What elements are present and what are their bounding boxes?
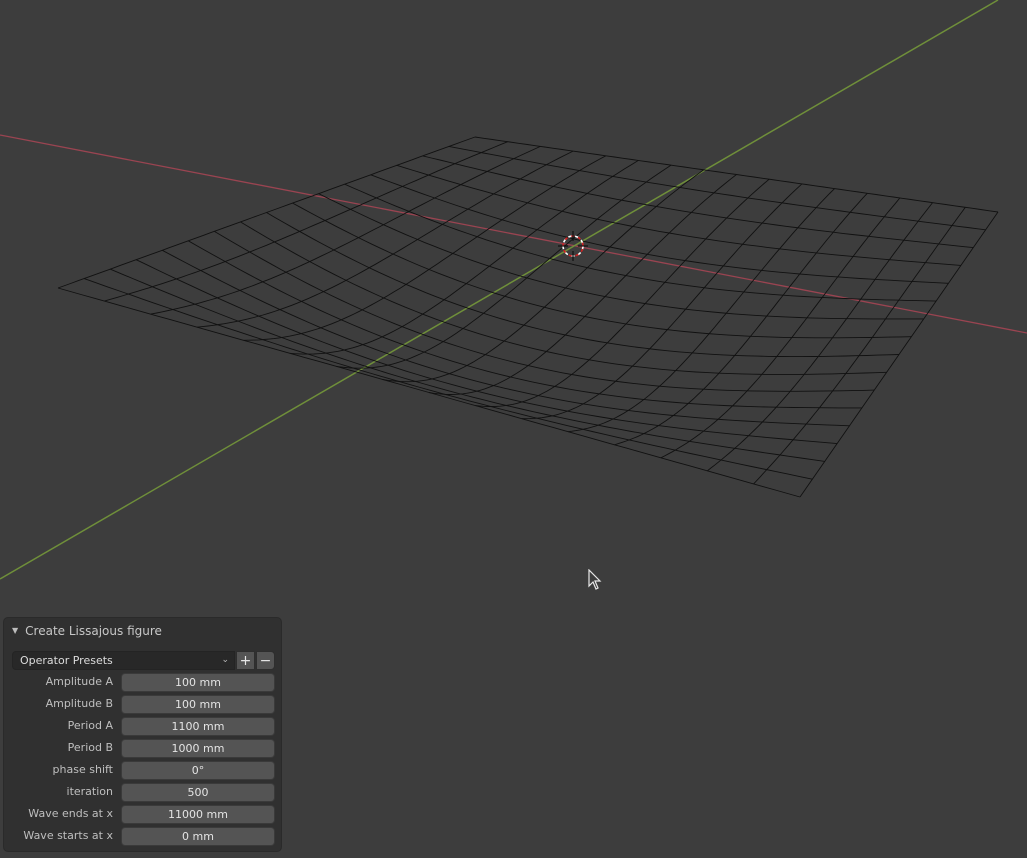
property-label: Amplitude B xyxy=(45,697,113,710)
lissajous-mesh-wireframe[interactable] xyxy=(57,136,999,498)
mesh-edge-v xyxy=(214,231,875,392)
panel-header[interactable]: ▼ Create Lissajous figure xyxy=(12,623,162,639)
mesh-edge-v xyxy=(57,287,801,498)
property-label: Period B xyxy=(67,741,113,754)
property-row: Amplitude B 100 mm xyxy=(4,695,283,714)
operator-redo-panel: ▼ Create Lissajous figure Operator Prese… xyxy=(3,617,282,852)
property-value-field[interactable]: 500 xyxy=(121,783,275,802)
property-value-field[interactable]: 0 mm xyxy=(121,827,275,846)
mesh-edge-u xyxy=(197,150,574,328)
property-row: Wave ends at x 11000 mm xyxy=(4,805,283,824)
property-row: Amplitude A 100 mm xyxy=(4,673,283,692)
property-label: Period A xyxy=(67,719,113,732)
mesh-edge-u xyxy=(336,164,672,369)
property-value-field[interactable]: 0° xyxy=(121,761,275,780)
property-value-field[interactable]: 1100 mm xyxy=(121,717,275,736)
property-row: iteration 500 xyxy=(4,783,283,802)
panel-title: Create Lissajous figure xyxy=(25,624,162,638)
mesh-edge-v xyxy=(162,249,850,427)
mesh-edge-v xyxy=(370,174,949,284)
property-value-field[interactable]: 100 mm xyxy=(121,673,275,692)
mouse-pointer-icon xyxy=(588,569,602,590)
mesh-edge-u xyxy=(614,192,868,446)
chevron-down-icon: ⌄ xyxy=(221,655,229,665)
mesh-edge-v xyxy=(266,212,900,358)
property-label: iteration xyxy=(66,785,113,798)
property-row: Period A 1100 mm xyxy=(4,717,283,736)
mesh-edge-v xyxy=(422,155,974,249)
collapse-triangle-icon[interactable]: ▼ xyxy=(12,626,18,635)
property-row: Wave starts at x 0 mm xyxy=(4,827,283,846)
operator-presets-label: Operator Presets xyxy=(20,654,113,667)
property-label: Wave ends at x xyxy=(28,807,113,820)
property-value-field[interactable]: 1000 mm xyxy=(121,739,275,758)
mesh-edge-v xyxy=(344,183,937,302)
property-row: Period B 1000 mm xyxy=(4,739,283,758)
property-value-field[interactable]: 100 mm xyxy=(121,695,275,714)
property-label: phase shift xyxy=(52,763,113,776)
mesh-edge-v xyxy=(448,145,986,231)
mesh-edge-u xyxy=(660,197,901,459)
property-value-field[interactable]: 11000 mm xyxy=(121,805,275,824)
mesh-edge-u xyxy=(428,174,737,395)
property-label: Amplitude A xyxy=(45,675,113,688)
operator-presets-row: Operator Presets ⌄ + − xyxy=(12,651,275,670)
mesh-edge-v xyxy=(474,136,999,213)
mesh-edge-v xyxy=(83,278,813,480)
mesh-edge-v xyxy=(318,193,924,320)
remove-preset-button[interactable]: − xyxy=(256,651,275,670)
add-preset-button[interactable]: + xyxy=(236,651,255,670)
y-axis-line xyxy=(0,0,999,580)
mesh-edge-v xyxy=(136,259,838,445)
operator-presets-dropdown[interactable]: Operator Presets ⌄ xyxy=(12,651,235,670)
property-row: phase shift 0° xyxy=(4,761,283,780)
mesh-edge-u xyxy=(475,178,770,407)
mesh-edge-u xyxy=(521,183,803,420)
property-label: Wave starts at x xyxy=(23,829,113,842)
